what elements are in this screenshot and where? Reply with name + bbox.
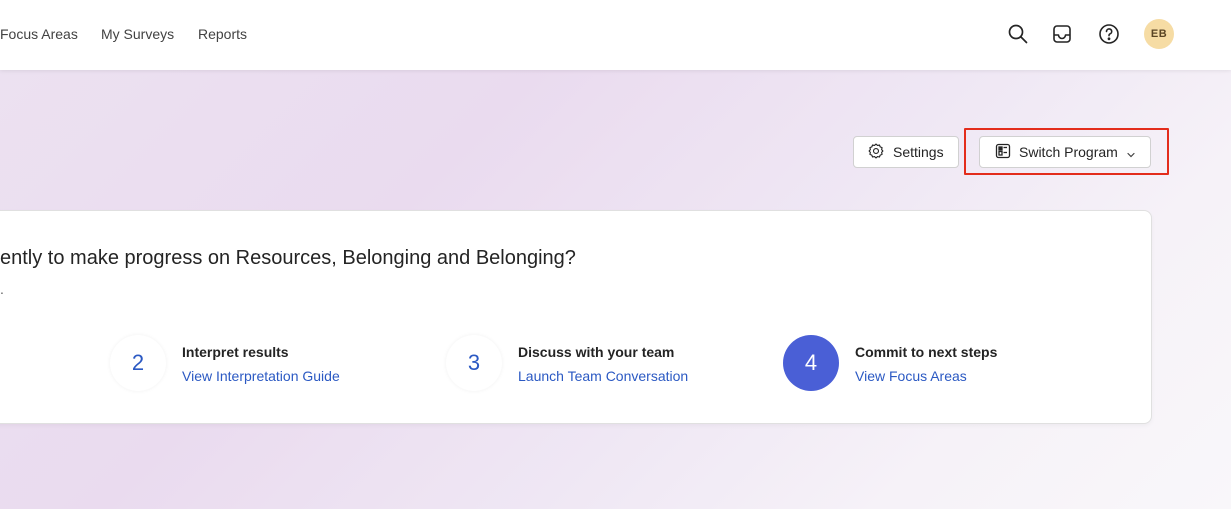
help-icon[interactable] bbox=[1097, 22, 1121, 46]
nav-link-focus-areas[interactable]: Focus Areas bbox=[0, 26, 78, 42]
progress-card bbox=[0, 210, 1152, 424]
step-title: Discuss with your team bbox=[518, 344, 675, 360]
nav-link-my-surveys[interactable]: My Surveys bbox=[101, 26, 174, 42]
switch-program-button[interactable]: Switch Program bbox=[979, 136, 1151, 168]
avatar[interactable]: EB bbox=[1144, 19, 1174, 49]
inbox-icon[interactable] bbox=[1050, 22, 1074, 46]
settings-button[interactable]: Settings bbox=[853, 136, 959, 168]
step-number: 2 bbox=[110, 335, 166, 391]
gear-icon bbox=[867, 142, 885, 163]
chevron-down-icon bbox=[1126, 147, 1136, 158]
card-subtitle: . bbox=[0, 281, 4, 297]
settings-label: Settings bbox=[893, 144, 944, 160]
card-title: ently to make progress on Resources, Bel… bbox=[0, 247, 576, 269]
search-icon[interactable] bbox=[1006, 22, 1030, 46]
top-nav-bar: Focus Areas My Surveys Reports EB bbox=[0, 0, 1231, 70]
switch-program-label: Switch Program bbox=[1019, 144, 1118, 160]
step-number-active: 4 bbox=[783, 335, 839, 391]
view-interpretation-guide-link[interactable]: View Interpretation Guide bbox=[182, 368, 340, 384]
step-title: Commit to next steps bbox=[855, 344, 998, 360]
nav-link-reports[interactable]: Reports bbox=[198, 26, 247, 42]
program-icon bbox=[995, 143, 1011, 162]
step-number: 3 bbox=[446, 335, 502, 391]
step-title: Interpret results bbox=[182, 344, 289, 360]
launch-team-conversation-link[interactable]: Launch Team Conversation bbox=[518, 368, 688, 384]
view-focus-areas-link[interactable]: View Focus Areas bbox=[855, 368, 967, 384]
